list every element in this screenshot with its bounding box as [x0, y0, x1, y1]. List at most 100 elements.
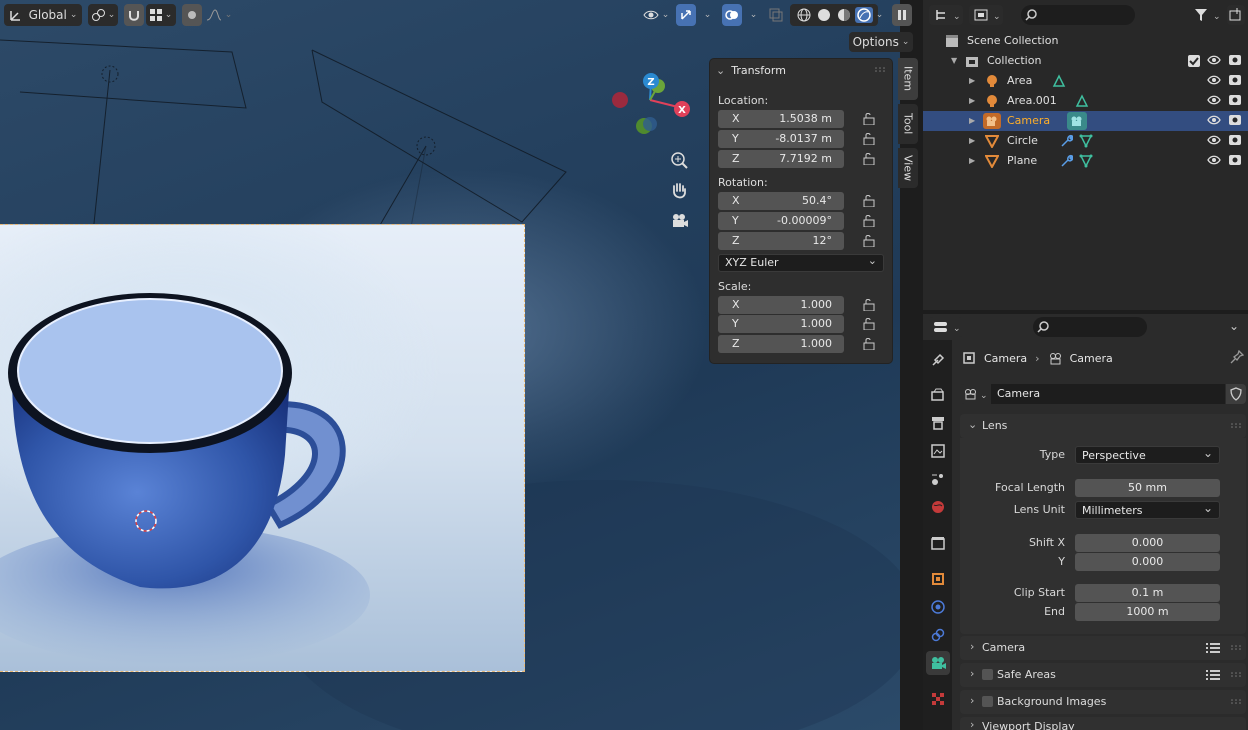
wrench-modifier-icon[interactable]	[1059, 154, 1073, 168]
overlay-dropdown[interactable]: ⌄	[744, 4, 760, 26]
background-images-checkbox[interactable]	[982, 696, 993, 707]
tab-item[interactable]: Item	[898, 58, 918, 100]
scale-z-field[interactable]: Z 1.000	[718, 335, 844, 353]
lock-icon[interactable]	[862, 133, 876, 145]
outliner-search-input[interactable]	[1021, 5, 1135, 25]
rotation-z-field[interactable]: Z 12°	[718, 232, 844, 250]
camera-datablock-browser[interactable]: ⌄	[960, 384, 990, 404]
shading-dropdown[interactable]: ⌄	[870, 4, 886, 26]
lens-unit-dropdown[interactable]: Millimeters	[1075, 499, 1220, 519]
options-dropdown[interactable]: Options ⌄	[849, 32, 913, 52]
pause-render-button[interactable]	[892, 4, 912, 26]
lens-panel-header[interactable]: ⌄ Lens	[960, 414, 1246, 438]
lock-icon[interactable]	[862, 235, 876, 247]
tab-object[interactable]	[926, 567, 950, 591]
rotation-y-field[interactable]: Y -0.00009°	[718, 212, 844, 230]
navigation-gizmo[interactable]: Z X	[606, 70, 696, 140]
pan-hand-icon[interactable]	[668, 180, 690, 202]
tab-physics[interactable]	[926, 595, 950, 619]
location-z-field[interactable]: Z 7.7192 m	[718, 150, 844, 168]
location-y-field[interactable]: Y -8.0137 m	[718, 130, 844, 148]
rotation-x-field[interactable]: X 50.4°	[718, 192, 844, 210]
scale-x-field[interactable]: X 1.000	[718, 296, 844, 314]
drag-handle-icon[interactable]	[1230, 645, 1242, 651]
tab-constraints[interactable]	[926, 623, 950, 647]
outliner-item-area[interactable]: ▶ Area	[923, 71, 1248, 91]
viewport-display-subpanel-header[interactable]: › Viewport Display	[960, 717, 1246, 730]
safe-areas-checkbox[interactable]	[982, 669, 993, 680]
drag-handle-icon[interactable]	[874, 67, 886, 73]
transform-pivot-dropdown[interactable]: ⌄	[88, 4, 118, 26]
overlay-toggle[interactable]	[722, 4, 742, 26]
snap-toggle[interactable]	[124, 4, 144, 26]
xray-toggle[interactable]	[766, 4, 786, 26]
tab-tool[interactable]	[926, 348, 950, 372]
collection-row[interactable]: ▼ Collection	[923, 51, 1248, 71]
lock-icon[interactable]	[862, 113, 876, 125]
presets-list-icon[interactable]	[1206, 642, 1220, 654]
lock-icon[interactable]	[862, 318, 876, 330]
shift-x-field[interactable]: 0.000	[1075, 534, 1220, 552]
zoom-icon[interactable]	[668, 150, 690, 172]
drag-handle-icon[interactable]	[1230, 699, 1242, 705]
wrench-modifier-icon[interactable]	[1059, 134, 1073, 148]
safe-areas-subpanel-header[interactable]: › Safe Areas	[960, 663, 1246, 687]
properties-search-input[interactable]	[1033, 317, 1147, 337]
outliner-item-plane[interactable]: ▶ Plane	[923, 151, 1248, 171]
checkbox-icon[interactable]	[1188, 55, 1200, 67]
camera-data-icon[interactable]	[1067, 112, 1087, 130]
expand-arrow-icon[interactable]: ▶	[969, 156, 975, 165]
gizmo-toggle[interactable]	[676, 4, 696, 26]
transform-panel-header[interactable]: ⌄ Transform	[716, 64, 786, 77]
drag-handle-icon[interactable]	[1230, 423, 1242, 429]
light-data-icon[interactable]	[1075, 94, 1089, 108]
fake-user-button[interactable]	[1226, 384, 1246, 404]
lock-icon[interactable]	[862, 153, 876, 165]
tab-render[interactable]	[926, 383, 950, 407]
chevron-down-icon[interactable]: ⌄	[1229, 319, 1239, 333]
tab-view-layer[interactable]	[926, 439, 950, 463]
editor-type-dropdown[interactable]: ⌄	[929, 5, 963, 25]
tab-camera-data[interactable]	[926, 651, 950, 675]
lock-icon[interactable]	[862, 338, 876, 350]
expand-arrow-icon[interactable]: ▶	[969, 136, 975, 145]
tab-collection[interactable]	[926, 531, 950, 555]
shift-y-field[interactable]: 0.000	[1075, 553, 1220, 571]
drag-handle-icon[interactable]	[1230, 672, 1242, 678]
scale-y-field[interactable]: Y 1.000	[718, 315, 844, 333]
tab-output[interactable]	[926, 411, 950, 435]
tab-world[interactable]	[926, 495, 950, 519]
lock-icon[interactable]	[862, 215, 876, 227]
lock-icon[interactable]	[862, 195, 876, 207]
expand-arrow-icon[interactable]: ▼	[951, 56, 957, 65]
snap-target-dropdown[interactable]: ⌄	[146, 4, 176, 26]
focal-length-field[interactable]: 50 mm	[1075, 479, 1220, 497]
lock-icon[interactable]	[862, 299, 876, 311]
location-x-field[interactable]: X 1.5038 m	[718, 110, 844, 128]
expand-arrow-icon[interactable]: ▶	[969, 116, 975, 125]
tab-view[interactable]: View	[898, 148, 918, 188]
camera-type-dropdown[interactable]: Perspective	[1075, 444, 1220, 464]
filter-dropdown[interactable]: ⌄	[1191, 5, 1225, 25]
visibility-toggles[interactable]	[1206, 53, 1246, 169]
proportional-edit-toggle[interactable]	[182, 4, 202, 26]
visibility-dropdown[interactable]: ⌄	[640, 4, 672, 26]
camera-view-icon[interactable]	[668, 210, 690, 232]
tab-texture[interactable]	[926, 687, 950, 711]
rotation-mode-dropdown[interactable]: XYZ Euler ⌄	[718, 254, 884, 272]
expand-arrow-icon[interactable]: ▶	[969, 96, 975, 105]
outliner-item-camera[interactable]: ▶ Camera	[923, 111, 1248, 131]
new-collection-button[interactable]	[1227, 5, 1245, 25]
tab-scene[interactable]	[926, 467, 950, 491]
transform-orientation-dropdown[interactable]: Global ⌄	[4, 4, 82, 26]
scene-collection-row[interactable]: Scene Collection	[923, 31, 1248, 51]
tab-tool[interactable]: Tool	[898, 104, 918, 144]
background-images-subpanel-header[interactable]: › Background Images	[960, 690, 1246, 714]
outliner-item-circle[interactable]: ▶ Circle	[923, 131, 1248, 151]
outliner-item-area-001[interactable]: ▶ Area.001	[923, 91, 1248, 111]
mesh-data-icon[interactable]	[1079, 134, 1093, 148]
light-data-icon[interactable]	[1052, 74, 1066, 88]
camera-subpanel-header[interactable]: › Camera	[960, 636, 1246, 660]
pin-icon[interactable]	[1230, 350, 1244, 364]
clip-end-field[interactable]: 1000 m	[1075, 603, 1220, 621]
